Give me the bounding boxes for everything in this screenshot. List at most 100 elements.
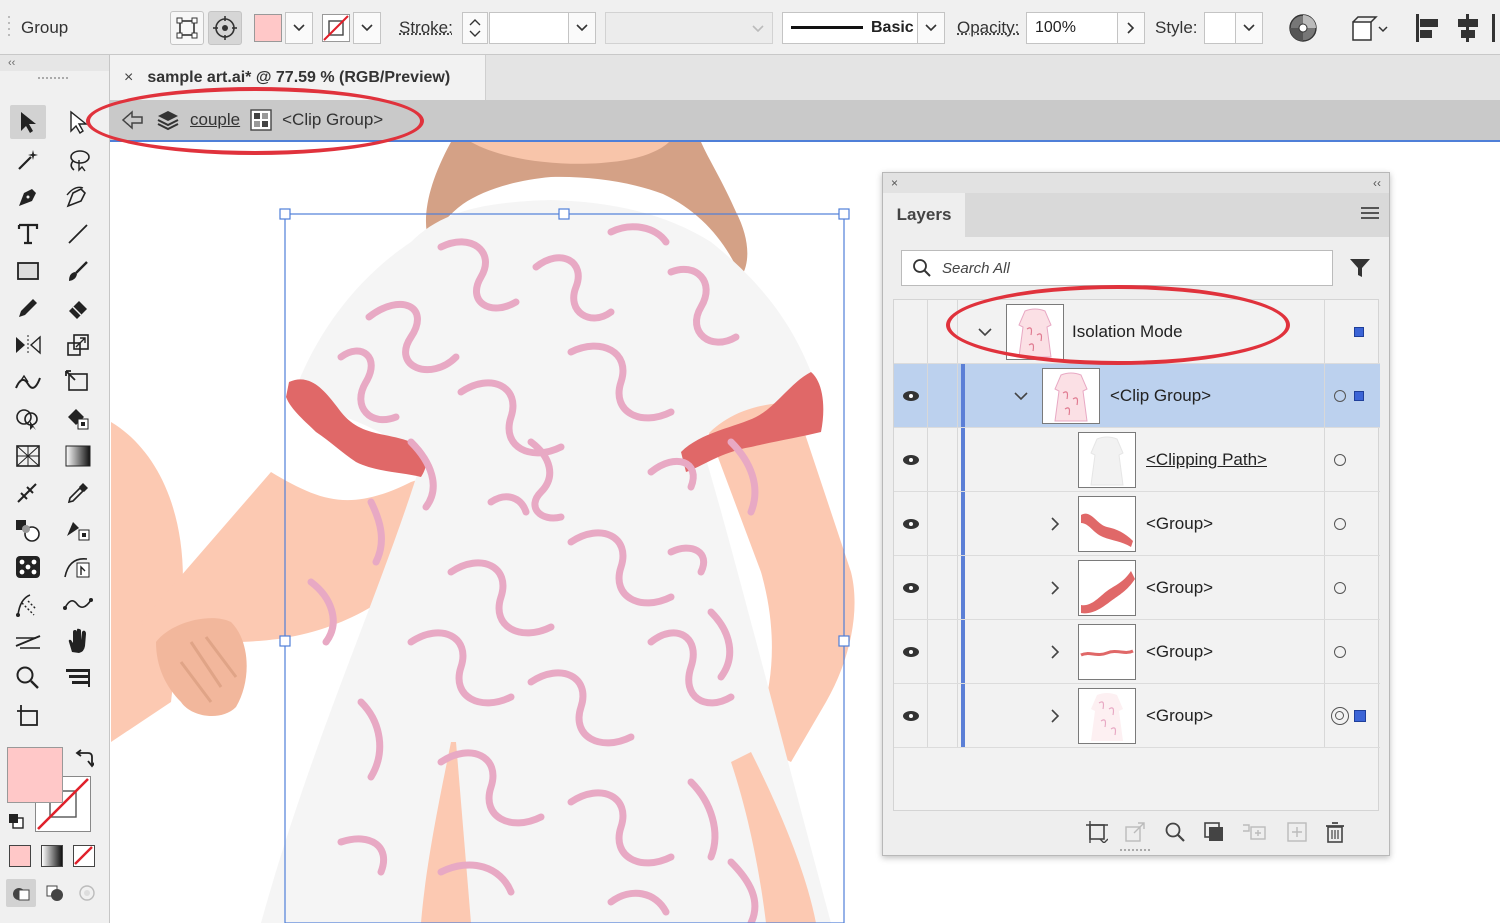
brush-dropdown[interactable]	[917, 12, 945, 44]
opacity-popup-button[interactable]	[1117, 12, 1145, 44]
transform-bounds-button[interactable]	[170, 11, 204, 45]
blend-tool[interactable]	[10, 513, 46, 547]
magic-wand-tool[interactable]	[10, 143, 46, 177]
symbol-sprayer-tool[interactable]	[10, 550, 46, 584]
eyedropper-tool[interactable]	[60, 476, 96, 510]
layer-row-clip-group[interactable]: <Clip Group>	[894, 364, 1380, 428]
gradient-mode-button[interactable]	[41, 845, 63, 867]
collapse-panel-icon[interactable]: ‹‹	[1373, 176, 1381, 190]
visibility-toggle[interactable]	[894, 428, 928, 491]
stroke-weight-stepper[interactable]	[462, 12, 488, 44]
stroke-weight-input[interactable]	[489, 12, 569, 44]
chevron-down-icon[interactable]	[1014, 391, 1028, 401]
isolate-group-button[interactable]	[1350, 0, 1390, 55]
fill-front-swatch[interactable]	[7, 747, 63, 803]
visibility-toggle[interactable]	[894, 556, 928, 619]
export-icon[interactable]	[1124, 821, 1146, 843]
document-tab[interactable]: × sample art.ai* @ 77.59 % (RGB/Preview)	[110, 55, 486, 100]
target-circle-icon[interactable]	[1334, 646, 1346, 658]
breadcrumb-clip-group[interactable]: <Clip Group>	[282, 110, 383, 130]
align-right-button[interactable]	[1492, 0, 1500, 55]
back-arrow-icon[interactable]	[120, 109, 146, 131]
targeted-appearance-icon[interactable]	[1331, 707, 1349, 725]
paintbrush-tool[interactable]	[60, 254, 96, 288]
rectangle-tool[interactable]	[10, 254, 46, 288]
align-center-button[interactable]	[1455, 0, 1481, 55]
filter-button[interactable]	[1349, 257, 1371, 284]
live-paint-bucket-tool[interactable]	[60, 402, 96, 436]
visibility-toggle[interactable]	[894, 492, 928, 555]
opacity-label[interactable]: Opacity:	[957, 0, 1019, 55]
layer-name[interactable]: <Group>	[1146, 620, 1213, 684]
color-mode-button[interactable]	[9, 845, 31, 867]
panel-menu-button[interactable]	[1361, 205, 1379, 226]
graphic-style-dropdown[interactable]	[1235, 12, 1263, 44]
new-layer-icon[interactable]	[1286, 821, 1308, 843]
lasso-tool[interactable]	[60, 143, 96, 177]
stroke-weight-dropdown[interactable]	[568, 12, 596, 44]
layer-name[interactable]: <Clip Group>	[1110, 364, 1211, 428]
stroke-label[interactable]: Stroke:	[399, 0, 453, 55]
free-transform-tool[interactable]	[60, 365, 96, 399]
control-grip[interactable]	[6, 0, 12, 55]
fill-swatch[interactable]	[254, 14, 282, 42]
draw-behind-button[interactable]	[40, 879, 70, 907]
visibility-toggle[interactable]	[894, 620, 928, 683]
stroke-color-dropdown[interactable]	[353, 12, 381, 44]
collect-export-icon[interactable]	[1086, 821, 1108, 843]
layer-row-group[interactable]: <Group>	[894, 620, 1380, 684]
direct-selection-tool[interactable]	[60, 105, 96, 139]
tools-grip[interactable]	[0, 71, 109, 85]
chevron-right-icon[interactable]	[1050, 581, 1060, 595]
panel-resize-grip[interactable]	[1120, 847, 1152, 853]
column-graph-tool[interactable]	[60, 550, 96, 584]
edit-toolbar-button[interactable]	[60, 661, 96, 695]
chevron-right-icon[interactable]	[1050, 517, 1060, 531]
width-tool[interactable]	[10, 587, 46, 621]
locate-object-icon[interactable]	[1164, 821, 1186, 843]
visibility-toggle[interactable]	[894, 684, 928, 747]
recolor-artwork-button[interactable]	[1288, 0, 1318, 55]
lock-toggle[interactable]	[928, 428, 958, 491]
chevron-right-icon[interactable]	[1050, 709, 1060, 723]
scale-tool[interactable]	[60, 328, 96, 362]
chevron-right-icon[interactable]	[1050, 645, 1060, 659]
shaper-tool[interactable]	[10, 291, 46, 325]
reference-point-button[interactable]	[208, 11, 242, 45]
target-circle-icon[interactable]	[1334, 518, 1346, 530]
line-segment-tool[interactable]	[60, 217, 96, 251]
mesh-tool[interactable]	[10, 476, 46, 510]
create-sublayer-icon[interactable]	[1241, 821, 1267, 843]
fill-dropdown[interactable]	[285, 12, 313, 44]
pen-tool[interactable]	[10, 180, 46, 214]
lock-toggle[interactable]	[928, 684, 958, 747]
draw-normal-button[interactable]	[6, 879, 36, 907]
type-tool[interactable]	[10, 217, 46, 251]
close-document-icon[interactable]: ×	[124, 69, 133, 87]
reflect-tool[interactable]	[10, 328, 46, 362]
clipping-mask-icon[interactable]	[1203, 821, 1225, 843]
warp-tool[interactable]	[10, 365, 46, 399]
isolation-mode-row[interactable]: Isolation Mode	[894, 300, 1380, 364]
close-panel-icon[interactable]: ×	[891, 176, 898, 190]
target-circle-icon[interactable]	[1334, 390, 1346, 402]
opacity-input[interactable]: 100%	[1026, 12, 1118, 44]
lock-toggle[interactable]	[928, 364, 958, 427]
knife-tool[interactable]	[10, 624, 46, 658]
trash-icon[interactable]	[1325, 821, 1345, 843]
layer-name[interactable]: <Group>	[1146, 684, 1213, 748]
shape-builder-tool[interactable]	[10, 402, 46, 436]
lock-toggle[interactable]	[928, 492, 958, 555]
breadcrumb-layer-couple[interactable]: couple	[190, 110, 240, 130]
layer-row-group[interactable]: <Group>	[894, 556, 1380, 620]
zoom-tool[interactable]	[10, 661, 46, 695]
tools-collapse-button[interactable]: ‹‹	[0, 55, 109, 71]
layer-row-clipping-path[interactable]: <Clipping Path>	[894, 428, 1380, 492]
artboard-tool[interactable]	[10, 699, 46, 733]
default-fill-stroke-button[interactable]	[8, 813, 24, 834]
none-mode-button[interactable]	[73, 845, 95, 867]
lock-toggle[interactable]	[928, 620, 958, 683]
layer-row-group[interactable]: <Group>	[894, 492, 1380, 556]
brush-definition-field[interactable]: Basic	[782, 12, 918, 44]
layers-search-field[interactable]: Search All	[901, 250, 1333, 286]
